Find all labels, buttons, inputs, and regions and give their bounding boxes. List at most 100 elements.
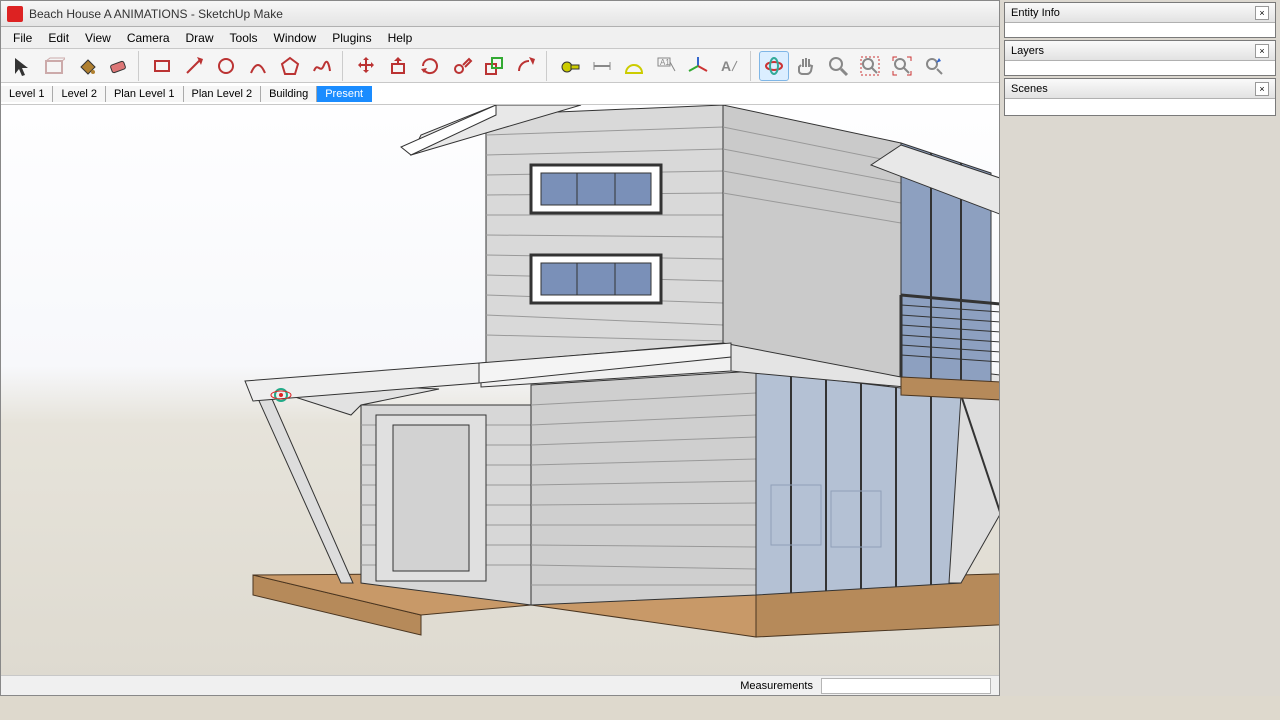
- previous-tool[interactable]: [919, 51, 949, 81]
- menubar: File Edit View Camera Draw Tools Window …: [1, 27, 999, 49]
- svg-text:A: A: [721, 58, 731, 74]
- svg-text:A1: A1: [660, 58, 670, 67]
- freehand-icon: [311, 55, 333, 77]
- menu-help[interactable]: Help: [380, 29, 421, 47]
- rotate-icon: [419, 55, 441, 77]
- make-component-tool[interactable]: [39, 51, 69, 81]
- scale-tool[interactable]: [479, 51, 509, 81]
- select-icon: [11, 55, 33, 77]
- scene-tab-building[interactable]: Building: [261, 86, 317, 102]
- menu-window[interactable]: Window: [266, 29, 325, 47]
- move-tool[interactable]: [351, 51, 381, 81]
- eraser-icon: [107, 55, 129, 77]
- scene-tab-level-2[interactable]: Level 2: [53, 86, 105, 102]
- panel-scenes: Scenes ×: [1004, 78, 1276, 116]
- scene-tab-plan-level-1[interactable]: Plan Level 1: [106, 86, 184, 102]
- scene-tab-present[interactable]: Present: [317, 86, 372, 102]
- zoom-extents-icon: [891, 55, 913, 77]
- move-icon: [355, 55, 377, 77]
- pushpull-icon: [387, 55, 409, 77]
- menu-camera[interactable]: Camera: [119, 29, 178, 47]
- rectangle-icon: [151, 55, 173, 77]
- panel-titlebar[interactable]: Entity Info×: [1005, 3, 1275, 23]
- arc-tool[interactable]: [243, 51, 273, 81]
- titlebar[interactable]: Beach House A ANIMATIONS - SketchUp Make: [1, 1, 999, 27]
- panel-stack: Entity Info× Layers× Scenes ×: [1004, 2, 1276, 118]
- close-icon[interactable]: ×: [1255, 82, 1269, 96]
- measurements-label: Measurements: [740, 680, 813, 692]
- menu-view[interactable]: View: [77, 29, 119, 47]
- rotate-tool[interactable]: [415, 51, 445, 81]
- measurements-input[interactable]: [821, 678, 991, 694]
- scale-icon: [483, 55, 505, 77]
- menu-tools[interactable]: Tools: [222, 29, 266, 47]
- pan-tool[interactable]: [791, 51, 821, 81]
- viewport-3d[interactable]: [1, 105, 999, 685]
- zoom-window-icon: [859, 55, 881, 77]
- close-icon[interactable]: ×: [1255, 6, 1269, 20]
- offset-icon: [515, 55, 537, 77]
- dimension-tool[interactable]: [587, 51, 617, 81]
- toolbar-separator: [750, 51, 754, 81]
- toolbar-separator: [342, 51, 346, 81]
- select-tool[interactable]: [7, 51, 37, 81]
- panel-layers: Layers×: [1004, 40, 1276, 76]
- panel-entity-info: Entity Info×: [1004, 2, 1276, 38]
- dimension-icon: [591, 55, 613, 77]
- close-icon[interactable]: ×: [1255, 44, 1269, 58]
- tape-icon: [559, 55, 581, 77]
- circle-tool[interactable]: [211, 51, 241, 81]
- followme-tool[interactable]: [447, 51, 477, 81]
- offset-tool[interactable]: [511, 51, 541, 81]
- window-title: Beach House A ANIMATIONS - SketchUp Make: [29, 7, 283, 21]
- menu-file[interactable]: File: [5, 29, 40, 47]
- make-component-icon: [43, 55, 65, 77]
- line-tool[interactable]: [179, 51, 209, 81]
- scene-tabs: Level 1Level 2Plan Level 1Plan Level 2Bu…: [1, 83, 999, 105]
- paint-bucket-tool[interactable]: [71, 51, 101, 81]
- protractor-icon: [623, 55, 645, 77]
- circle-icon: [215, 55, 237, 77]
- scene-tab-level-1[interactable]: Level 1: [1, 86, 53, 102]
- eraser-tool[interactable]: [103, 51, 133, 81]
- 3dtext-tool[interactable]: A: [715, 51, 745, 81]
- text-tool[interactable]: A1: [651, 51, 681, 81]
- menu-edit[interactable]: Edit: [40, 29, 77, 47]
- panel-body[interactable]: [1005, 61, 1275, 75]
- pushpull-tool[interactable]: [383, 51, 413, 81]
- protractor-tool[interactable]: [619, 51, 649, 81]
- panel-title-label: Scenes: [1011, 83, 1048, 95]
- rectangle-tool[interactable]: [147, 51, 177, 81]
- panel-titlebar[interactable]: Layers×: [1005, 41, 1275, 61]
- pan-icon: [795, 55, 817, 77]
- toolbar: A1 A: [1, 49, 999, 83]
- zoom-window-tool[interactable]: [855, 51, 885, 81]
- zoom-extents-tool[interactable]: [887, 51, 917, 81]
- 3dtext-icon: A: [719, 55, 741, 77]
- zoom-tool[interactable]: [823, 51, 853, 81]
- panel-body[interactable]: [1005, 99, 1275, 115]
- previous-icon: [923, 55, 945, 77]
- main-window: Beach House A ANIMATIONS - SketchUp Make…: [0, 0, 1000, 696]
- arc-icon: [247, 55, 269, 77]
- orbit-tool[interactable]: [759, 51, 789, 81]
- menu-plugins[interactable]: Plugins: [324, 29, 379, 47]
- panel-body[interactable]: [1005, 23, 1275, 37]
- paint-bucket-icon: [75, 55, 97, 77]
- sketchup-app-icon: [7, 6, 23, 22]
- followme-icon: [451, 55, 473, 77]
- statusbar: Measurements: [1, 675, 999, 695]
- text-icon: A1: [655, 55, 677, 77]
- orbit-icon: [763, 55, 785, 77]
- scene-tab-plan-level-2[interactable]: Plan Level 2: [184, 86, 262, 102]
- panel-titlebar[interactable]: Scenes ×: [1005, 79, 1275, 99]
- tape-tool[interactable]: [555, 51, 585, 81]
- freehand-tool[interactable]: [307, 51, 337, 81]
- toolbar-separator: [138, 51, 142, 81]
- desktop-background: [0, 696, 1280, 720]
- axes-tool[interactable]: [683, 51, 713, 81]
- toolbar-separator: [546, 51, 550, 81]
- menu-draw[interactable]: Draw: [178, 29, 222, 47]
- zoom-icon: [827, 55, 849, 77]
- polygon-tool[interactable]: [275, 51, 305, 81]
